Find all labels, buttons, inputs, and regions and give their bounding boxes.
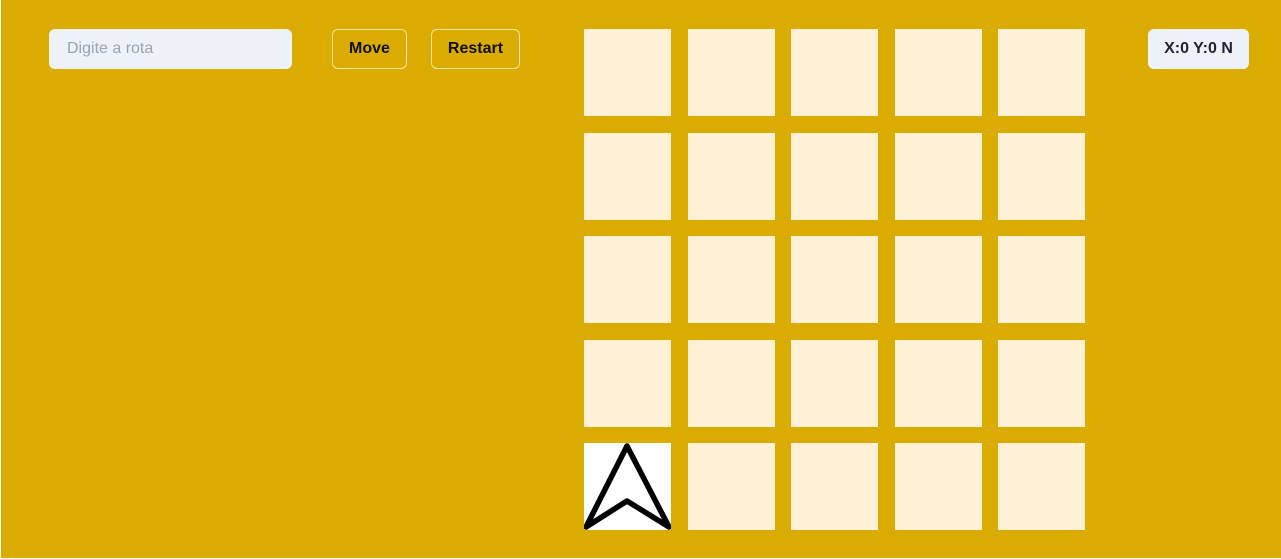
board-cell [791, 29, 878, 116]
board-cell [998, 132, 1085, 220]
robot-cell [584, 443, 671, 530]
board-cell [584, 29, 671, 116]
move-button[interactable]: Move [332, 29, 407, 69]
board-cell [894, 236, 982, 323]
board-cell [894, 132, 982, 220]
board-cell [894, 443, 982, 530]
board-cell [998, 339, 1085, 427]
restart-button[interactable]: Restart [431, 29, 520, 69]
board-cell [584, 236, 671, 323]
app-container: Move Restart X:0 Y:0 N [1, 0, 1281, 558]
board-cell [687, 132, 775, 220]
board-cell [687, 339, 775, 427]
navigation-arrow-icon [584, 443, 671, 530]
board-cell [584, 339, 671, 427]
board-cell [687, 236, 775, 323]
board-grid [584, 29, 1085, 530]
board-cell [998, 443, 1085, 530]
board-cell [894, 339, 982, 427]
board-cell [791, 443, 878, 530]
board-cell [687, 443, 775, 530]
board-cell [584, 132, 671, 220]
board-cell [998, 29, 1085, 116]
board-cell [791, 339, 878, 427]
position-text: X:0 Y:0 N [1164, 40, 1233, 57]
position-display: X:0 Y:0 N [1148, 29, 1249, 69]
board-cell [894, 29, 982, 116]
route-input[interactable] [49, 29, 292, 69]
board-cell [791, 132, 878, 220]
board-cell [998, 236, 1085, 323]
board-cell [791, 236, 878, 323]
board-cell [687, 29, 775, 116]
